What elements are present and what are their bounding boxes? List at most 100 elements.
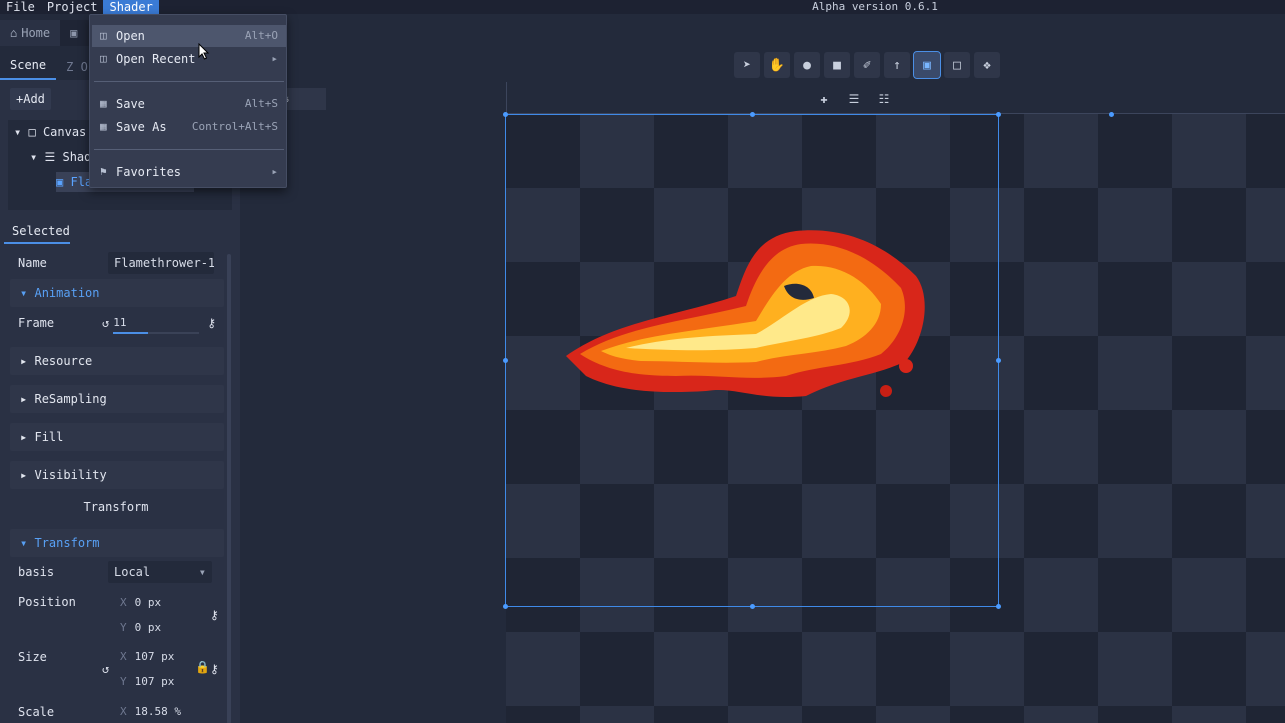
scale-row: Scale xyxy=(10,698,224,723)
bounds-tool[interactable]: □ xyxy=(944,52,970,78)
home-icon: ⌂ xyxy=(10,26,18,40)
caret-down-icon: ▾ xyxy=(20,286,28,300)
menu-item-favorites[interactable]: ⚑ Favorites ▸ xyxy=(92,161,286,183)
tree-item-canvas[interactable]: ▾ □ Canvas xyxy=(14,122,86,142)
selection-bounding-box[interactable] xyxy=(505,114,999,607)
position-label: Position xyxy=(18,595,76,609)
size-x-value: 107 px xyxy=(134,650,175,663)
menu-item-save-as-shortcut: Control+Alt+S xyxy=(191,120,278,133)
resize-handle-bottom-right[interactable] xyxy=(996,604,1001,609)
size-x-field[interactable]: X 107 px xyxy=(120,650,174,663)
align-bottom-button[interactable]: ☷ xyxy=(872,88,896,110)
basis-value: Local xyxy=(114,565,151,579)
position-x-field[interactable]: X 0 px xyxy=(120,596,161,609)
tool-bar: ➤ ✋ ● ■ ✐ ↑ ▣ □ ❖ xyxy=(734,51,1000,79)
rotate-handle[interactable] xyxy=(1109,112,1114,117)
add-button-label: Add xyxy=(23,92,45,106)
resampling-section-label: ReSampling xyxy=(34,392,107,406)
size-y-field[interactable]: Y 107 px xyxy=(120,675,174,688)
resize-handle-bottom-left[interactable] xyxy=(503,604,508,609)
keyframe-icon[interactable]: ⚷ xyxy=(210,608,219,622)
brush-tool[interactable]: ✐ xyxy=(854,52,880,78)
resize-handle-left[interactable] xyxy=(503,358,508,363)
pivot-icon: ❖ xyxy=(983,57,991,73)
viewport: ➤ ✋ ● ■ ✐ ↑ ▣ □ ❖ % ✚ ☰ ☷ xyxy=(240,46,1285,723)
resource-section[interactable]: ▸ Resource xyxy=(10,347,224,375)
menu-item-open-recent[interactable]: ◫ Open Recent ▸ xyxy=(92,48,286,70)
dashed-square-icon: □ xyxy=(28,125,36,139)
resize-handle-top-right[interactable] xyxy=(996,112,1001,117)
menu-item-favorites-label: Favorites xyxy=(116,165,182,179)
square-icon: ■ xyxy=(833,57,841,73)
reset-icon[interactable]: ↺ xyxy=(102,662,109,676)
menu-item-save[interactable]: ▦ Save Alt+S xyxy=(92,93,286,115)
loop-icon[interactable]: ↺ xyxy=(102,316,109,330)
select-tool[interactable]: ➤ xyxy=(734,52,760,78)
caret-down-icon: ▾ xyxy=(14,125,22,139)
fit-tool[interactable]: ▣ xyxy=(913,51,941,79)
chevron-right-icon: ▸ xyxy=(271,165,278,178)
resampling-section[interactable]: ▸ ReSampling xyxy=(10,385,224,413)
fill-section-label: Fill xyxy=(34,430,64,444)
resize-handle-top[interactable] xyxy=(750,112,755,117)
menu-separator xyxy=(94,149,284,150)
visibility-section[interactable]: ▸ Visibility xyxy=(10,461,224,489)
pan-tool[interactable]: ✋ xyxy=(764,52,790,78)
align-left-button[interactable]: ☰ xyxy=(842,88,866,110)
tab-scene[interactable]: Scene xyxy=(0,58,57,80)
rectangle-tool[interactable]: ■ xyxy=(824,52,850,78)
caret-right-icon: ▸ xyxy=(20,354,28,368)
pivot-tool[interactable]: ❖ xyxy=(974,52,1000,78)
name-row: Name Flamethrower-12f xyxy=(10,249,224,277)
properties-scrollbar[interactable] xyxy=(227,254,231,723)
frame-slider-fill xyxy=(113,332,148,334)
caret-right-icon: ▸ xyxy=(20,468,28,482)
lock-icon[interactable]: 🔒 xyxy=(195,660,210,674)
position-y-value: 0 px xyxy=(134,621,162,634)
add-button[interactable]: +Add xyxy=(10,88,51,110)
selected-header[interactable]: Selected xyxy=(4,220,70,244)
menu-item-open-label: Open xyxy=(116,29,145,43)
keyframe-icon[interactable]: ⚷ xyxy=(210,662,219,676)
keyframe-icon[interactable]: ⚷ xyxy=(207,316,216,330)
resize-handle-top-left[interactable] xyxy=(503,112,508,117)
align-left-icon: ☰ xyxy=(848,92,860,106)
position-y-field[interactable]: Y 0 px xyxy=(120,621,161,634)
scale-x-field[interactable]: X 18.58 % xyxy=(120,705,181,718)
tab-home[interactable]: ⌂ Home xyxy=(0,20,61,46)
basis-select[interactable]: Local ▾ xyxy=(108,561,212,583)
resize-handle-bottom[interactable] xyxy=(750,604,755,609)
frame-icon: ▣ xyxy=(923,57,931,73)
resource-section-label: Resource xyxy=(34,354,93,368)
name-field[interactable]: Flamethrower-12f xyxy=(108,252,214,274)
visibility-section-label: Visibility xyxy=(34,468,107,482)
chevron-down-icon: ▾ xyxy=(198,565,206,579)
tab-image[interactable]: ▣ xyxy=(60,20,87,46)
menu-item-save-as-label: Save As xyxy=(116,120,167,134)
menu-item-save-label: Save xyxy=(116,97,145,111)
transform-section[interactable]: ▾ Transform xyxy=(10,529,224,557)
mouse-cursor-icon xyxy=(198,43,210,60)
basis-label: basis xyxy=(18,565,55,579)
chevron-right-icon: ▸ xyxy=(271,52,278,65)
fill-section[interactable]: ▸ Fill xyxy=(10,423,224,451)
transform-title: Transform xyxy=(83,500,149,514)
transform-tool[interactable]: ● xyxy=(794,52,820,78)
resize-handle-right[interactable] xyxy=(996,358,1001,363)
menu-item-save-as[interactable]: ▦ Save As Control+Alt+S xyxy=(92,116,286,138)
scale-x-axis-label: X xyxy=(120,705,127,718)
menu-item-open[interactable]: ◫ Open Alt+O xyxy=(92,25,286,47)
frame-slider[interactable]: 11 xyxy=(113,312,200,334)
position-x-axis-label: X xyxy=(120,596,127,609)
caret-right-icon: ▸ xyxy=(20,430,28,444)
frame-label: Frame xyxy=(18,316,55,330)
position-x-value: 0 px xyxy=(134,596,162,609)
menu-separator xyxy=(94,81,284,82)
brush-icon: ✐ xyxy=(863,57,871,73)
menu-item-open-shortcut: Alt+O xyxy=(244,29,278,42)
frame-slider-track xyxy=(113,332,200,334)
position-y-axis-label: Y xyxy=(120,621,127,634)
arrow-tool[interactable]: ↑ xyxy=(884,52,910,78)
animation-section[interactable]: ▾ Animation xyxy=(10,279,224,307)
center-align-button[interactable]: ✚ xyxy=(812,88,836,110)
